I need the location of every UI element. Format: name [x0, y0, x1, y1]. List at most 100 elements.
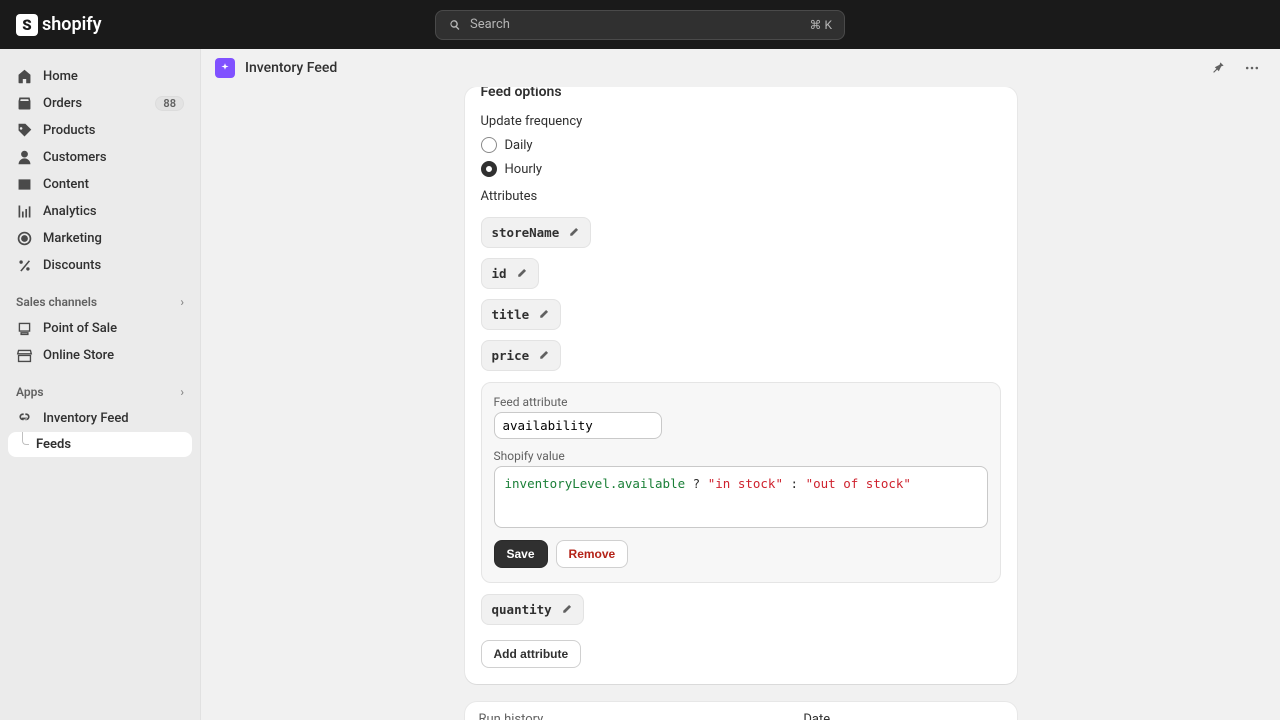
run-history-card: Run history Date Active today at 3:13 PM: [465, 702, 1017, 720]
brand-logo[interactable]: S shopify: [16, 14, 102, 36]
page-header: Inventory Feed: [201, 49, 1280, 87]
store-icon: [16, 347, 33, 364]
save-button[interactable]: Save: [494, 540, 548, 568]
attribute-name: id: [492, 266, 507, 281]
content-scroll[interactable]: Feed options Update frequency Daily Hour…: [201, 87, 1280, 720]
sidebar-item-label: Orders: [43, 96, 82, 111]
update-frequency-label: Update frequency: [481, 114, 1001, 129]
sidebar-item-home[interactable]: Home: [8, 63, 192, 90]
search-wrap: Search ⌘ K: [435, 10, 845, 40]
attribute-chip[interactable]: quantity: [481, 594, 584, 625]
sidebar-item-online-store[interactable]: Online Store: [8, 342, 192, 369]
code-str: "out of stock": [806, 476, 911, 491]
radio-daily[interactable]: Daily: [481, 137, 1001, 153]
radio-label: Daily: [505, 138, 533, 153]
radio-label: Hourly: [505, 162, 543, 177]
sidebar-item-label: Feeds: [36, 437, 71, 452]
code-ident: inventoryLevel.available: [505, 476, 686, 491]
target-icon: [16, 230, 33, 247]
sidebar-item-label: Home: [43, 69, 78, 84]
search-input[interactable]: Search ⌘ K: [435, 10, 845, 40]
search-placeholder: Search: [470, 17, 510, 32]
person-icon: [16, 149, 33, 166]
sparkle-icon: [219, 62, 231, 74]
orders-badge: 88: [155, 96, 184, 111]
sidebar: Home Orders 88 Products Customers Conten…: [0, 49, 201, 720]
history-header: Run history Date: [465, 702, 1017, 720]
sidebar-item-app-inventory-feed[interactable]: Inventory Feed: [8, 405, 192, 432]
attributes-label: Attributes: [481, 189, 1001, 204]
code-op: ?: [693, 476, 708, 491]
sidebar-item-content[interactable]: Content: [8, 171, 192, 198]
topbar: S shopify Search ⌘ K: [0, 0, 1280, 49]
feed-attribute-input[interactable]: [494, 412, 662, 439]
main: Inventory Feed Feed options Update frequ…: [201, 49, 1280, 720]
attribute-chip[interactable]: title: [481, 299, 562, 330]
sidebar-item-label: Discounts: [43, 258, 101, 273]
sidebar-item-customers[interactable]: Customers: [8, 144, 192, 171]
page-title: Inventory Feed: [245, 60, 337, 76]
sidebar-subitem-feeds[interactable]: Feeds: [8, 432, 192, 457]
sidebar-section-sales-channels[interactable]: Sales channels ›: [8, 289, 192, 315]
tree-branch-icon: [22, 432, 29, 445]
dots-icon: [1244, 60, 1260, 76]
attribute-name: quantity: [492, 602, 552, 617]
search-icon: [448, 18, 462, 32]
code-str: "in stock": [708, 476, 783, 491]
tag-icon: [16, 122, 33, 139]
shopify-value-code[interactable]: inventoryLevel.available ? "in stock" : …: [494, 466, 988, 528]
more-button[interactable]: [1238, 54, 1266, 82]
attribute-chip[interactable]: storeName: [481, 217, 592, 248]
radio-icon: [481, 137, 497, 153]
image-icon: [16, 176, 33, 193]
pencil-icon: [567, 226, 580, 239]
remove-button[interactable]: Remove: [556, 540, 629, 568]
section-label: Sales channels: [16, 295, 97, 309]
col-status: Run history: [479, 712, 804, 720]
pencil-icon: [537, 308, 550, 321]
chevron-right-icon: ›: [180, 385, 184, 399]
sidebar-item-products[interactable]: Products: [8, 117, 192, 144]
pos-icon: [16, 320, 33, 337]
attribute-name: price: [492, 348, 530, 363]
pencil-icon: [515, 267, 528, 280]
section-title: Feed options: [465, 87, 1017, 108]
attribute-chip[interactable]: price: [481, 340, 562, 371]
sidebar-item-analytics[interactable]: Analytics: [8, 198, 192, 225]
brand-text: shopify: [42, 14, 102, 35]
sidebar-item-label: Inventory Feed: [43, 411, 129, 426]
search-kbd: ⌘ K: [809, 18, 832, 32]
section-label: Apps: [16, 385, 44, 399]
sidebar-item-pos[interactable]: Point of Sale: [8, 315, 192, 342]
pin-button[interactable]: [1204, 54, 1232, 82]
home-icon: [16, 68, 33, 85]
attribute-name: title: [492, 307, 530, 322]
attribute-chip[interactable]: id: [481, 258, 539, 289]
col-date: Date: [803, 712, 1002, 720]
pencil-icon: [560, 603, 573, 616]
sidebar-item-orders[interactable]: Orders 88: [8, 90, 192, 117]
sidebar-section-apps[interactable]: Apps ›: [8, 379, 192, 405]
pencil-icon: [537, 349, 550, 362]
sidebar-item-label: Products: [43, 123, 95, 138]
radio-hourly[interactable]: Hourly: [481, 161, 1001, 177]
orders-icon: [16, 95, 33, 112]
sidebar-item-marketing[interactable]: Marketing: [8, 225, 192, 252]
radio-checked-icon: [481, 161, 497, 177]
chart-icon: [16, 203, 33, 220]
percent-icon: [16, 257, 33, 274]
shopify-value-label: Shopify value: [494, 449, 988, 463]
feed-attribute-label: Feed attribute: [494, 395, 988, 409]
sidebar-item-label: Online Store: [43, 348, 114, 363]
code-op: :: [791, 476, 806, 491]
link-icon: [16, 410, 33, 427]
sidebar-item-label: Point of Sale: [43, 321, 117, 336]
sidebar-item-discounts[interactable]: Discounts: [8, 252, 192, 279]
app-icon: [215, 58, 235, 78]
chevron-right-icon: ›: [180, 295, 184, 309]
sidebar-item-label: Customers: [43, 150, 107, 165]
attribute-editor: Feed attribute Shopify value inventoryLe…: [481, 382, 1001, 583]
pin-icon: [1210, 60, 1226, 76]
add-attribute-button[interactable]: Add attribute: [481, 640, 582, 668]
sidebar-item-label: Analytics: [43, 204, 97, 219]
